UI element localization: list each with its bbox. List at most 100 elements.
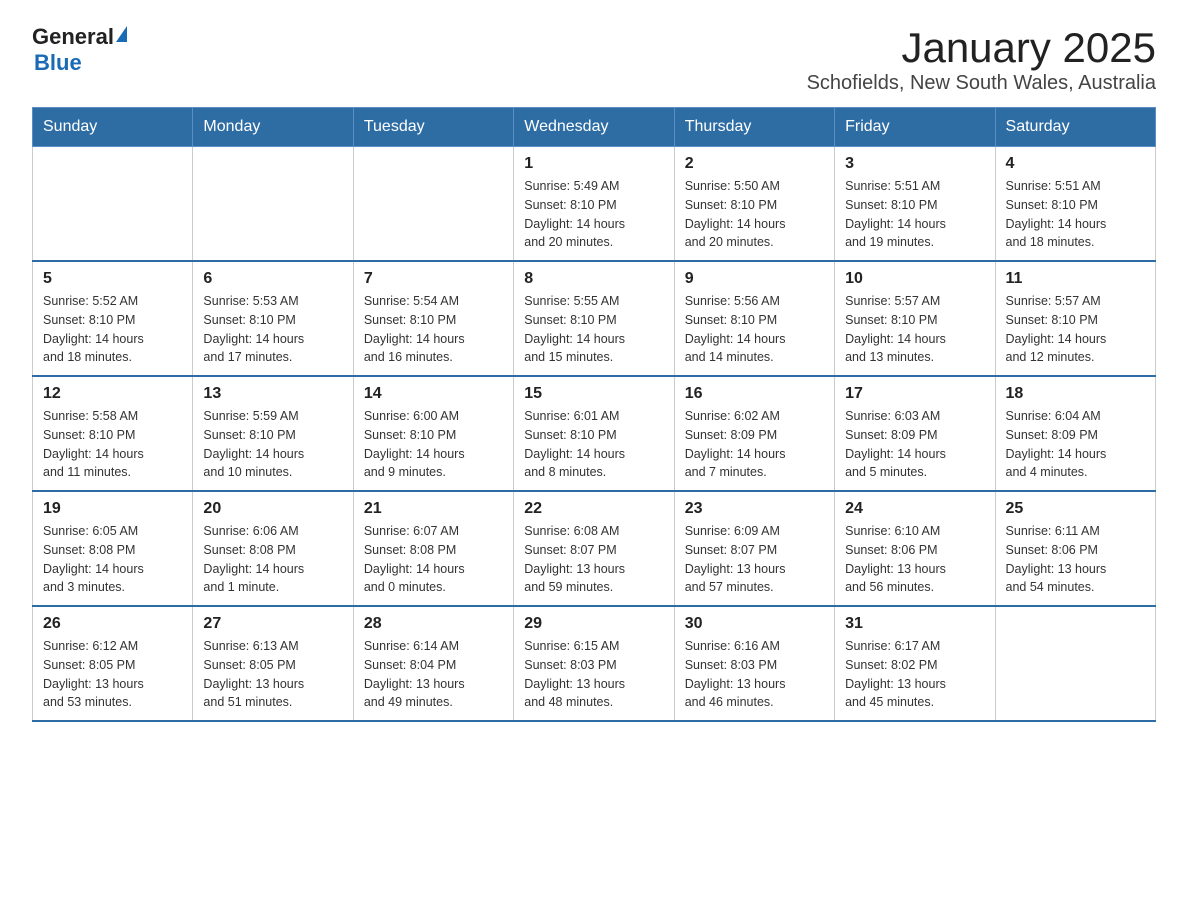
day-info: Sunrise: 6:17 AM Sunset: 8:02 PM Dayligh… [845, 637, 984, 712]
day-number: 24 [845, 500, 984, 518]
day-info: Sunrise: 5:51 AM Sunset: 8:10 PM Dayligh… [1006, 177, 1145, 252]
day-info: Sunrise: 6:09 AM Sunset: 8:07 PM Dayligh… [685, 522, 824, 597]
calendar-cell: 4 Sunrise: 5:51 AM Sunset: 8:10 PM Daylig… [995, 147, 1155, 262]
day-info: Sunrise: 6:15 AM Sunset: 8:03 PM Dayligh… [524, 637, 663, 712]
day-number: 23 [685, 500, 824, 518]
calendar-cell: 22 Sunrise: 6:08 AM Sunset: 8:07 PM Dayli… [514, 491, 674, 606]
calendar-day-header: Saturday [995, 108, 1155, 147]
calendar-cell: 7Sunrise: 5:54 AM Sunset: 8:10 PM Daylig… [353, 261, 513, 376]
calendar-cell: 23 Sunrise: 6:09 AM Sunset: 8:07 PM Dayli… [674, 491, 834, 606]
day-info: Sunrise: 6:08 AM Sunset: 8:07 PM Dayligh… [524, 522, 663, 597]
calendar-cell: 26 Sunrise: 6:12 AM Sunset: 8:05 PM Dayli… [33, 606, 193, 721]
calendar-cell [33, 147, 193, 262]
calendar-day-header: Sunday [33, 108, 193, 147]
day-number: 5 [43, 270, 182, 288]
day-info: Sunrise: 5:58 AM Sunset: 8:10 PM Dayligh… [43, 407, 182, 482]
day-info: Sunrise: 6:12 AM Sunset: 8:05 PM Dayligh… [43, 637, 182, 712]
day-number: 27 [203, 615, 342, 633]
calendar-week-row: 1Sunrise: 5:49 AM Sunset: 8:10 PM Daylig… [33, 147, 1156, 262]
calendar-cell [353, 147, 513, 262]
title-block: January 2025 Schofields, New South Wales… [807, 24, 1156, 95]
calendar-cell: 25 Sunrise: 6:11 AM Sunset: 8:06 PM Dayli… [995, 491, 1155, 606]
calendar-table: SundayMondayTuesdayWednesdayThursdayFrid… [32, 107, 1156, 722]
day-number: 1 [524, 155, 663, 173]
calendar-cell [193, 147, 353, 262]
day-number: 4 [1006, 155, 1145, 173]
day-number: 22 [524, 500, 663, 518]
day-info: Sunrise: 5:56 AM Sunset: 8:10 PM Dayligh… [685, 292, 824, 367]
day-number: 15 [524, 385, 663, 403]
day-info: Sunrise: 5:55 AM Sunset: 8:10 PM Dayligh… [524, 292, 663, 367]
day-info: Sunrise: 5:57 AM Sunset: 8:10 PM Dayligh… [1006, 292, 1145, 367]
day-number: 11 [1006, 270, 1145, 288]
day-number: 28 [364, 615, 503, 633]
calendar-week-row: 26 Sunrise: 6:12 AM Sunset: 8:05 PM Dayli… [33, 606, 1156, 721]
logo-triangle-icon [116, 26, 127, 42]
calendar-cell: 24Sunrise: 6:10 AM Sunset: 8:06 PM Dayli… [835, 491, 995, 606]
day-number: 30 [685, 615, 824, 633]
day-info: Sunrise: 6:16 AM Sunset: 8:03 PM Dayligh… [685, 637, 824, 712]
calendar-cell: 29Sunrise: 6:15 AM Sunset: 8:03 PM Dayli… [514, 606, 674, 721]
day-number: 13 [203, 385, 342, 403]
calendar-cell: 8 Sunrise: 5:55 AM Sunset: 8:10 PM Daylig… [514, 261, 674, 376]
day-number: 18 [1006, 385, 1145, 403]
day-info: Sunrise: 6:07 AM Sunset: 8:08 PM Dayligh… [364, 522, 503, 597]
day-number: 20 [203, 500, 342, 518]
calendar-cell: 16Sunrise: 6:02 AM Sunset: 8:09 PM Dayli… [674, 376, 834, 491]
day-number: 8 [524, 270, 663, 288]
calendar-cell [995, 606, 1155, 721]
day-info: Sunrise: 6:03 AM Sunset: 8:09 PM Dayligh… [845, 407, 984, 482]
day-number: 25 [1006, 500, 1145, 518]
calendar-cell: 28 Sunrise: 6:14 AM Sunset: 8:04 PM Dayli… [353, 606, 513, 721]
day-info: Sunrise: 6:04 AM Sunset: 8:09 PM Dayligh… [1006, 407, 1145, 482]
calendar-cell: 18 Sunrise: 6:04 AM Sunset: 8:09 PM Dayli… [995, 376, 1155, 491]
calendar-week-row: 12 Sunrise: 5:58 AM Sunset: 8:10 PM Dayli… [33, 376, 1156, 491]
calendar-cell: 10Sunrise: 5:57 AM Sunset: 8:10 PM Dayli… [835, 261, 995, 376]
day-info: Sunrise: 5:51 AM Sunset: 8:10 PM Dayligh… [845, 177, 984, 252]
calendar-day-header: Monday [193, 108, 353, 147]
day-info: Sunrise: 5:50 AM Sunset: 8:10 PM Dayligh… [685, 177, 824, 252]
calendar-cell: 20 Sunrise: 6:06 AM Sunset: 8:08 PM Dayli… [193, 491, 353, 606]
calendar-cell: 31 Sunrise: 6:17 AM Sunset: 8:02 PM Dayli… [835, 606, 995, 721]
day-number: 26 [43, 615, 182, 633]
day-number: 12 [43, 385, 182, 403]
day-number: 6 [203, 270, 342, 288]
page-title: January 2025 [807, 24, 1156, 72]
calendar-cell: 13 Sunrise: 5:59 AM Sunset: 8:10 PM Dayli… [193, 376, 353, 491]
day-info: Sunrise: 6:01 AM Sunset: 8:10 PM Dayligh… [524, 407, 663, 482]
calendar-cell: 9 Sunrise: 5:56 AM Sunset: 8:10 PM Daylig… [674, 261, 834, 376]
day-number: 14 [364, 385, 503, 403]
day-info: Sunrise: 5:54 AM Sunset: 8:10 PM Dayligh… [364, 292, 503, 367]
day-info: Sunrise: 5:53 AM Sunset: 8:10 PM Dayligh… [203, 292, 342, 367]
day-number: 9 [685, 270, 824, 288]
calendar-day-header: Friday [835, 108, 995, 147]
day-info: Sunrise: 6:05 AM Sunset: 8:08 PM Dayligh… [43, 522, 182, 597]
calendar-cell: 6 Sunrise: 5:53 AM Sunset: 8:10 PM Daylig… [193, 261, 353, 376]
calendar-cell: 30 Sunrise: 6:16 AM Sunset: 8:03 PM Dayli… [674, 606, 834, 721]
day-number: 3 [845, 155, 984, 173]
day-number: 19 [43, 500, 182, 518]
day-info: Sunrise: 6:13 AM Sunset: 8:05 PM Dayligh… [203, 637, 342, 712]
day-info: Sunrise: 5:52 AM Sunset: 8:10 PM Dayligh… [43, 292, 182, 367]
day-number: 31 [845, 615, 984, 633]
calendar-cell: 5 Sunrise: 5:52 AM Sunset: 8:10 PM Daylig… [33, 261, 193, 376]
day-number: 2 [685, 155, 824, 173]
calendar-cell: 14Sunrise: 6:00 AM Sunset: 8:10 PM Dayli… [353, 376, 513, 491]
calendar-cell: 17 Sunrise: 6:03 AM Sunset: 8:09 PM Dayli… [835, 376, 995, 491]
day-number: 16 [685, 385, 824, 403]
logo: General Blue [32, 24, 127, 76]
page-header: General Blue January 2025 Schofields, Ne… [32, 24, 1156, 95]
calendar-cell: 3 Sunrise: 5:51 AM Sunset: 8:10 PM Daylig… [835, 147, 995, 262]
calendar-cell: 1Sunrise: 5:49 AM Sunset: 8:10 PM Daylig… [514, 147, 674, 262]
calendar-cell: 21Sunrise: 6:07 AM Sunset: 8:08 PM Dayli… [353, 491, 513, 606]
day-number: 17 [845, 385, 984, 403]
calendar-day-header: Tuesday [353, 108, 513, 147]
day-info: Sunrise: 6:14 AM Sunset: 8:04 PM Dayligh… [364, 637, 503, 712]
day-info: Sunrise: 5:59 AM Sunset: 8:10 PM Dayligh… [203, 407, 342, 482]
day-info: Sunrise: 6:11 AM Sunset: 8:06 PM Dayligh… [1006, 522, 1145, 597]
calendar-header-row: SundayMondayTuesdayWednesdayThursdayFrid… [33, 108, 1156, 147]
logo-blue-text: Blue [34, 50, 82, 76]
day-info: Sunrise: 6:06 AM Sunset: 8:08 PM Dayligh… [203, 522, 342, 597]
calendar-cell: 27 Sunrise: 6:13 AM Sunset: 8:05 PM Dayli… [193, 606, 353, 721]
calendar-cell: 2 Sunrise: 5:50 AM Sunset: 8:10 PM Daylig… [674, 147, 834, 262]
